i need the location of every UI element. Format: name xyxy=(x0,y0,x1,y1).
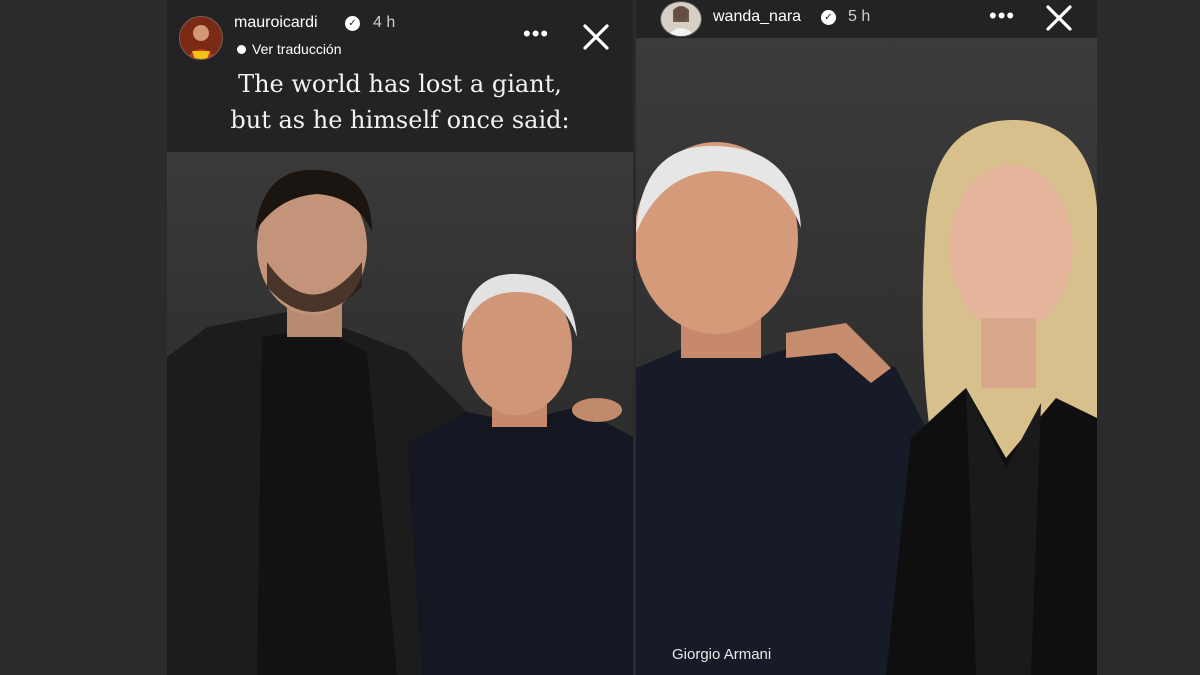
story-panel-mauroicardi[interactable]: mauroicardi ✓ 4 h Ver traducción ••• The… xyxy=(167,0,633,675)
more-options-icon[interactable]: ••• xyxy=(523,23,549,45)
close-icon[interactable] xyxy=(581,22,611,52)
story-caption-line-2: but as he himself once said: xyxy=(230,106,570,134)
photo-watermark: Giorgio Armani xyxy=(672,646,772,663)
avatar[interactable] xyxy=(179,16,223,60)
verified-badge-icon: ✓ xyxy=(345,16,360,31)
translate-icon xyxy=(237,44,246,54)
more-options-icon[interactable]: ••• xyxy=(989,5,1015,27)
story-photo xyxy=(636,38,1097,675)
translate-label: Ver traducción xyxy=(252,41,342,57)
post-time: 4 h xyxy=(373,14,396,31)
post-time: 5 h xyxy=(848,8,871,25)
avatar[interactable] xyxy=(660,1,702,37)
username[interactable]: wanda_nara xyxy=(713,8,801,26)
story-panel-wanda-nara[interactable]: wanda_nara ✓ 5 h ••• Giorgio Armani xyxy=(636,0,1097,675)
close-icon[interactable] xyxy=(1044,3,1074,33)
username[interactable]: mauroicardi xyxy=(234,14,318,32)
translate-button[interactable]: Ver traducción xyxy=(237,41,342,57)
verified-badge-icon: ✓ xyxy=(821,10,836,25)
story-caption-line-1: The world has lost a giant, xyxy=(238,70,562,98)
story-photo xyxy=(167,152,633,675)
